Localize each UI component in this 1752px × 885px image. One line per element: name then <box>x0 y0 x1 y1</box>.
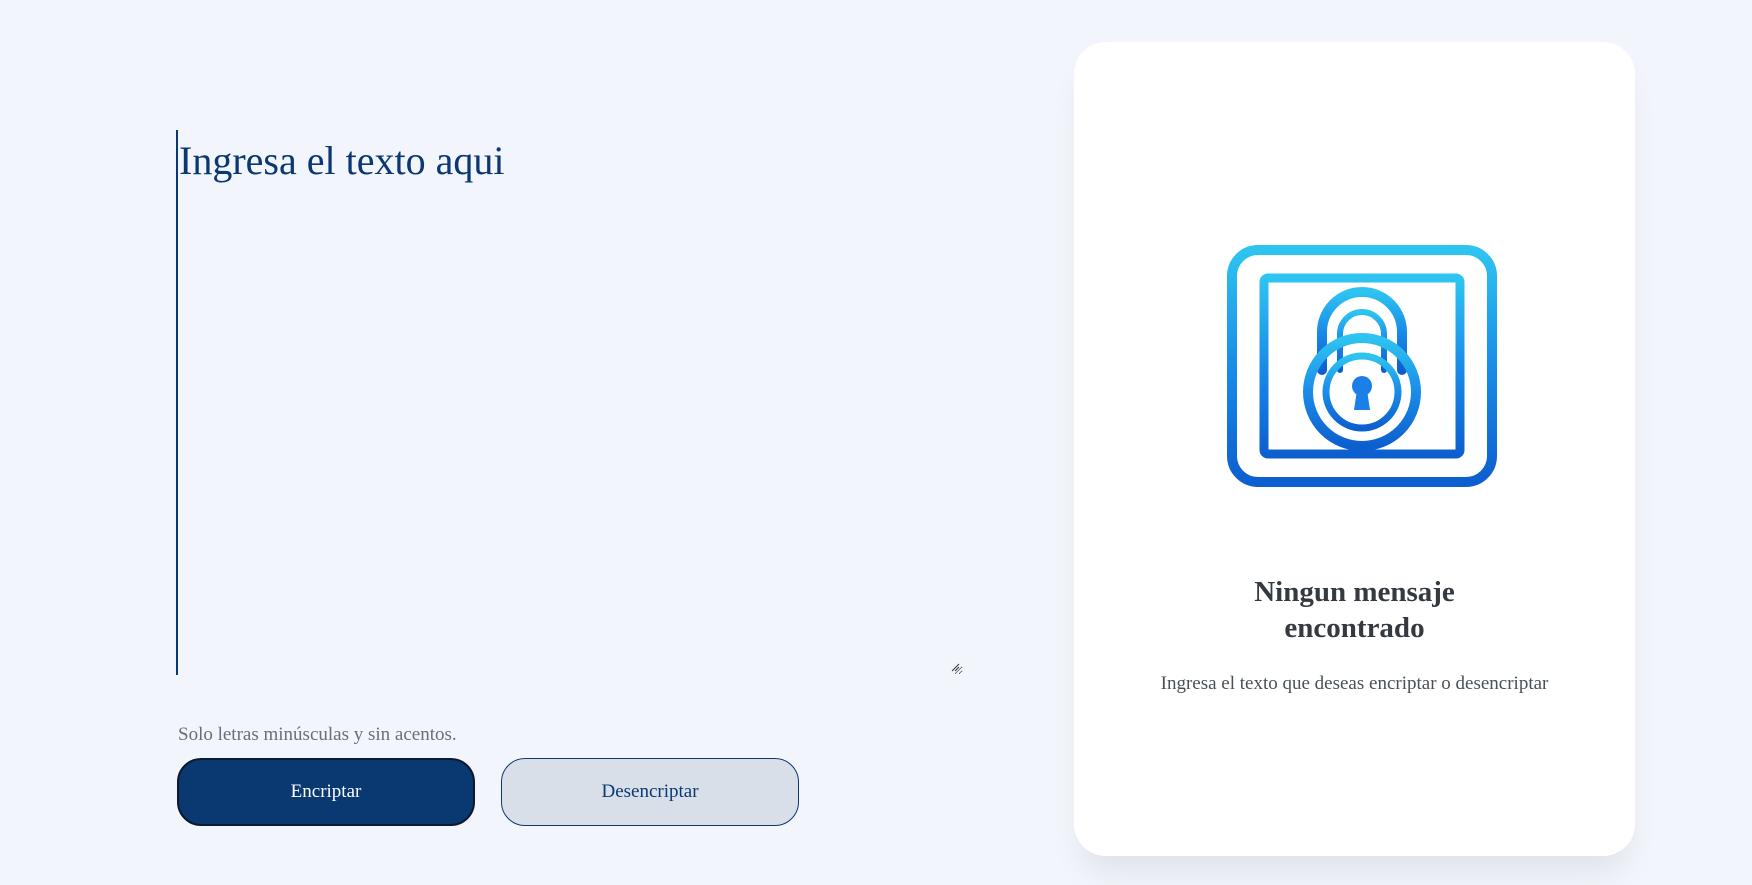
hint-text: Solo letras minúsculas y sin acentos. <box>178 724 457 745</box>
empty-state-title-line1: Ningun mensaje <box>1254 576 1455 608</box>
input-hint: Solo letras minúsculas y sin acentos. <box>178 724 457 746</box>
text-input[interactable] <box>176 130 963 675</box>
empty-state-title-line2: encontrado <box>1284 612 1425 644</box>
resize-handle-icon[interactable] <box>950 662 960 672</box>
decrypt-button[interactable]: Desencriptar <box>501 758 799 826</box>
encrypt-button[interactable]: Encriptar <box>177 758 475 826</box>
empty-state-title: Ningun mensaje encontrado <box>1074 574 1635 646</box>
output-panel: Ningun mensaje encontrado Ingresa el tex… <box>1074 42 1635 856</box>
empty-state-message: Ingresa el texto que deseas encriptar o … <box>1160 673 1549 694</box>
page: Solo letras minúsculas y sin acentos. En… <box>0 0 1752 885</box>
chip-lock-icon <box>1174 196 1548 534</box>
